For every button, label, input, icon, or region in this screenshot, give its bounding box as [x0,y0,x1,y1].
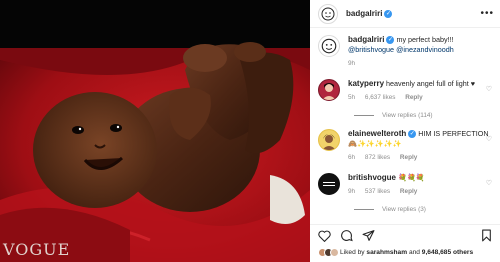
comment-item: britishvogue 💐💐💐 9h 537 likes Reply ♡ [318,173,492,197]
post-photo[interactable]: VOGUE [0,0,310,262]
liker-avatars [318,248,339,257]
caption: badgalriri ✓ my perfect baby!!! @britishv… [318,35,492,69]
baby-photo-illustration [0,0,310,262]
reply-button[interactable]: Reply [400,154,417,161]
post-action-bar [310,224,500,246]
avatar-photo [319,130,339,150]
mention-inezandvinoodh[interactable]: @inezandvinoodh [396,45,454,54]
view-replies-button[interactable]: View replies (114) [354,112,492,119]
author-avatar[interactable] [318,3,338,24]
comment-icon[interactable] [340,229,353,242]
reply-button[interactable]: Reply [405,94,422,101]
comment-time: 9h [348,188,356,195]
heart-icon[interactable] [318,230,331,242]
avatar-photo [319,80,339,100]
comment-likes[interactable]: 6,637 likes [365,94,396,101]
verified-icon: ✓ [384,9,393,18]
view-replies-button[interactable]: View replies (3) [354,206,492,213]
likes-user[interactable]: sarahmsham [366,249,407,256]
vogue-logo-icon [319,174,339,194]
replies-divider [354,115,374,116]
replies-divider [354,209,374,210]
caption-username[interactable]: badgalriri [348,35,384,44]
caption-text: my perfect baby!!! [396,35,454,44]
verified-icon: ✓ [408,130,417,139]
bookmark-icon[interactable] [481,229,492,242]
heart-icon[interactable]: ♡ [486,179,492,187]
commenter-avatar[interactable] [318,79,340,101]
post-side-panel: badgalriri ✓ ••• badgalriri ✓ my perfect … [310,0,500,262]
more-icon[interactable]: ••• [480,8,494,19]
author-username[interactable]: badgalriri [346,9,382,18]
comment-time: 5h [348,94,356,101]
likes-count[interactable]: 9,648,685 others [422,249,473,256]
comment-item: katyperry heavenly angel full of light ♥… [318,79,492,103]
reply-button[interactable]: Reply [400,188,417,195]
commenter-avatar[interactable] [318,129,340,151]
face-sketch-icon [321,38,337,54]
likes-and: and [408,249,420,256]
author-avatar-caption[interactable] [318,35,340,57]
commenter-username[interactable]: elainewelteroth [348,129,406,138]
view-replies-label: View replies (114) [382,112,433,119]
post-header: badgalriri ✓ ••• [310,0,500,28]
caption-time: 9h [348,60,356,67]
comment-item: elainewelteroth ✓ HIM IS PERFECTION 🙈✨✨✨✨… [318,129,492,163]
comment-likes[interactable]: 872 likes [365,154,390,161]
share-icon[interactable] [362,229,375,242]
mention-britishvogue[interactable]: @britishvogue [348,45,394,54]
heart-icon[interactable]: ♡ [486,135,492,143]
commenter-avatar[interactable] [318,173,340,195]
commenter-username[interactable]: katyperry [348,79,384,88]
face-sketch-icon [321,7,335,20]
likes-summary[interactable]: Liked by sarahmsham and 9,648,685 others [318,248,473,257]
view-replies-label: View replies (3) [382,206,426,213]
comments-list: badgalriri ✓ my perfect baby!!! @britishv… [310,28,500,213]
comment-time: 6h [348,154,356,161]
vogue-wordmark: VOGUE [3,240,71,259]
heart-icon[interactable]: ♡ [486,85,492,93]
comment-likes[interactable]: 537 likes [365,188,390,195]
comment-text: 💐💐💐 [398,173,425,182]
commenter-username[interactable]: britishvogue [348,173,396,182]
liker-avatar [330,248,339,257]
verified-icon: ✓ [386,36,395,45]
likes-prefix: Liked by [340,249,365,256]
comment-text: heavenly angel full of light ♥ [386,79,476,88]
